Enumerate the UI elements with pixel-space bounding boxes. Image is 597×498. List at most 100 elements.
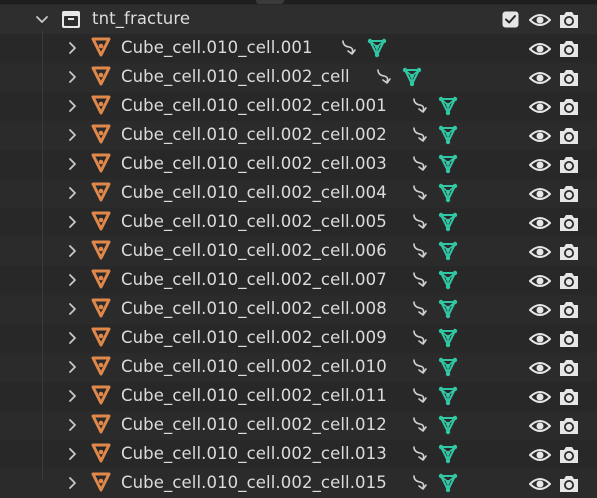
eye-icon[interactable]: [529, 331, 551, 347]
camera-icon[interactable]: [558, 97, 580, 117]
mesh-data-icon[interactable]: [367, 38, 387, 58]
object-name: Cube_cell.010_cell.002_cell.007: [121, 270, 387, 289]
camera-icon[interactable]: [558, 184, 580, 204]
chevron-right-icon[interactable]: [65, 185, 81, 201]
mesh-data-icon[interactable]: [438, 328, 458, 348]
camera-icon[interactable]: [558, 445, 580, 465]
chevron-right-icon[interactable]: [65, 156, 81, 172]
object-name: Cube_cell.010_cell.002_cell.009: [121, 328, 387, 347]
mesh-data-icon[interactable]: [438, 415, 458, 435]
mesh-data-icon[interactable]: [438, 125, 458, 145]
chevron-right-icon[interactable]: [65, 446, 81, 462]
object-row[interactable]: Cube_cell.010_cell.002_cell.001: [0, 92, 597, 121]
object-row[interactable]: Cube_cell.010_cell.002_cell.011: [0, 382, 597, 411]
collection-row[interactable]: tnt_fracture: [0, 5, 597, 34]
mesh-data-icon[interactable]: [438, 444, 458, 464]
chevron-right-icon[interactable]: [65, 69, 81, 85]
camera-icon[interactable]: [558, 10, 580, 30]
header-tab-fragment: [256, 0, 284, 4]
eye-icon[interactable]: [529, 418, 551, 434]
object-row[interactable]: Cube_cell.010_cell.002_cell.009: [0, 324, 597, 353]
eye-icon[interactable]: [529, 41, 551, 57]
link-arrow-icon: [413, 475, 427, 490]
mesh-data-icon[interactable]: [402, 67, 422, 87]
object-row[interactable]: Cube_cell.010_cell.002_cell.006: [0, 237, 597, 266]
object-row[interactable]: Cube_cell.010_cell.002_cell.004: [0, 179, 597, 208]
mesh-data-icon[interactable]: [438, 299, 458, 319]
chevron-down-icon[interactable]: [34, 12, 50, 28]
exclude-checkbox[interactable]: [502, 11, 519, 28]
link-arrow-icon: [413, 156, 427, 171]
camera-icon[interactable]: [558, 68, 580, 88]
eye-icon[interactable]: [529, 186, 551, 202]
mesh-data-icon[interactable]: [438, 212, 458, 232]
mesh-data-icon[interactable]: [438, 241, 458, 261]
eye-icon[interactable]: [529, 99, 551, 115]
eye-icon[interactable]: [529, 360, 551, 376]
mesh-data-icon[interactable]: [438, 96, 458, 116]
mesh-object-icon: [91, 472, 111, 492]
link-arrow-icon: [342, 40, 356, 55]
camera-icon[interactable]: [558, 474, 580, 494]
eye-icon[interactable]: [529, 70, 551, 86]
chevron-right-icon[interactable]: [65, 214, 81, 230]
chevron-right-icon[interactable]: [65, 40, 81, 56]
camera-icon[interactable]: [558, 300, 580, 320]
eye-icon[interactable]: [529, 12, 551, 28]
object-row[interactable]: Cube_cell.010_cell.001: [0, 34, 597, 63]
link-arrow-icon: [413, 301, 427, 316]
mesh-data-icon[interactable]: [438, 357, 458, 377]
object-row[interactable]: Cube_cell.010_cell.002_cell: [0, 63, 597, 92]
collection-icon: [62, 11, 80, 28]
mesh-data-icon[interactable]: [438, 386, 458, 406]
eye-icon[interactable]: [529, 244, 551, 260]
camera-icon[interactable]: [558, 39, 580, 59]
eye-icon[interactable]: [529, 302, 551, 318]
object-row[interactable]: Cube_cell.010_cell.002_cell.013: [0, 440, 597, 469]
object-name: Cube_cell.010_cell.002_cell.003: [121, 154, 387, 173]
mesh-data-icon[interactable]: [438, 473, 458, 493]
camera-icon[interactable]: [558, 358, 580, 378]
object-row[interactable]: Cube_cell.010_cell.002_cell.012: [0, 411, 597, 440]
mesh-object-icon: [91, 37, 111, 57]
camera-icon[interactable]: [558, 329, 580, 349]
object-row[interactable]: Cube_cell.010_cell.002_cell.010: [0, 353, 597, 382]
object-name: Cube_cell.010_cell.001: [121, 38, 313, 57]
mesh-data-icon[interactable]: [438, 183, 458, 203]
object-row[interactable]: Cube_cell.010_cell.002_cell.005: [0, 208, 597, 237]
camera-icon[interactable]: [558, 387, 580, 407]
eye-icon[interactable]: [529, 128, 551, 144]
chevron-right-icon[interactable]: [65, 417, 81, 433]
mesh-data-icon[interactable]: [438, 154, 458, 174]
chevron-right-icon[interactable]: [65, 243, 81, 259]
eye-icon[interactable]: [529, 157, 551, 173]
object-row[interactable]: Cube_cell.010_cell.002_cell.007: [0, 266, 597, 295]
chevron-right-icon[interactable]: [65, 272, 81, 288]
eye-icon[interactable]: [529, 447, 551, 463]
object-name: Cube_cell.010_cell.002_cell.011: [121, 386, 387, 405]
camera-icon[interactable]: [558, 271, 580, 291]
chevron-right-icon[interactable]: [65, 301, 81, 317]
object-row[interactable]: Cube_cell.010_cell.002_cell.002: [0, 121, 597, 150]
camera-icon[interactable]: [558, 242, 580, 262]
object-name: Cube_cell.010_cell.002_cell: [121, 67, 350, 86]
chevron-right-icon[interactable]: [65, 127, 81, 143]
camera-icon[interactable]: [558, 416, 580, 436]
eye-icon[interactable]: [529, 215, 551, 231]
chevron-right-icon[interactable]: [65, 330, 81, 346]
object-row[interactable]: Cube_cell.010_cell.002_cell.008: [0, 295, 597, 324]
camera-icon[interactable]: [558, 213, 580, 233]
chevron-right-icon[interactable]: [65, 98, 81, 114]
eye-icon[interactable]: [529, 273, 551, 289]
object-row[interactable]: Cube_cell.010_cell.002_cell.003: [0, 150, 597, 179]
camera-icon[interactable]: [558, 155, 580, 175]
mesh-data-icon[interactable]: [438, 270, 458, 290]
chevron-right-icon[interactable]: [65, 388, 81, 404]
camera-icon[interactable]: [558, 126, 580, 146]
chevron-right-icon[interactable]: [65, 359, 81, 375]
eye-icon[interactable]: [529, 389, 551, 405]
eye-icon[interactable]: [529, 476, 551, 492]
object-row[interactable]: Cube_cell.010_cell.002_cell.015: [0, 469, 597, 498]
chevron-right-icon[interactable]: [65, 475, 81, 491]
mesh-object-icon: [91, 298, 111, 318]
